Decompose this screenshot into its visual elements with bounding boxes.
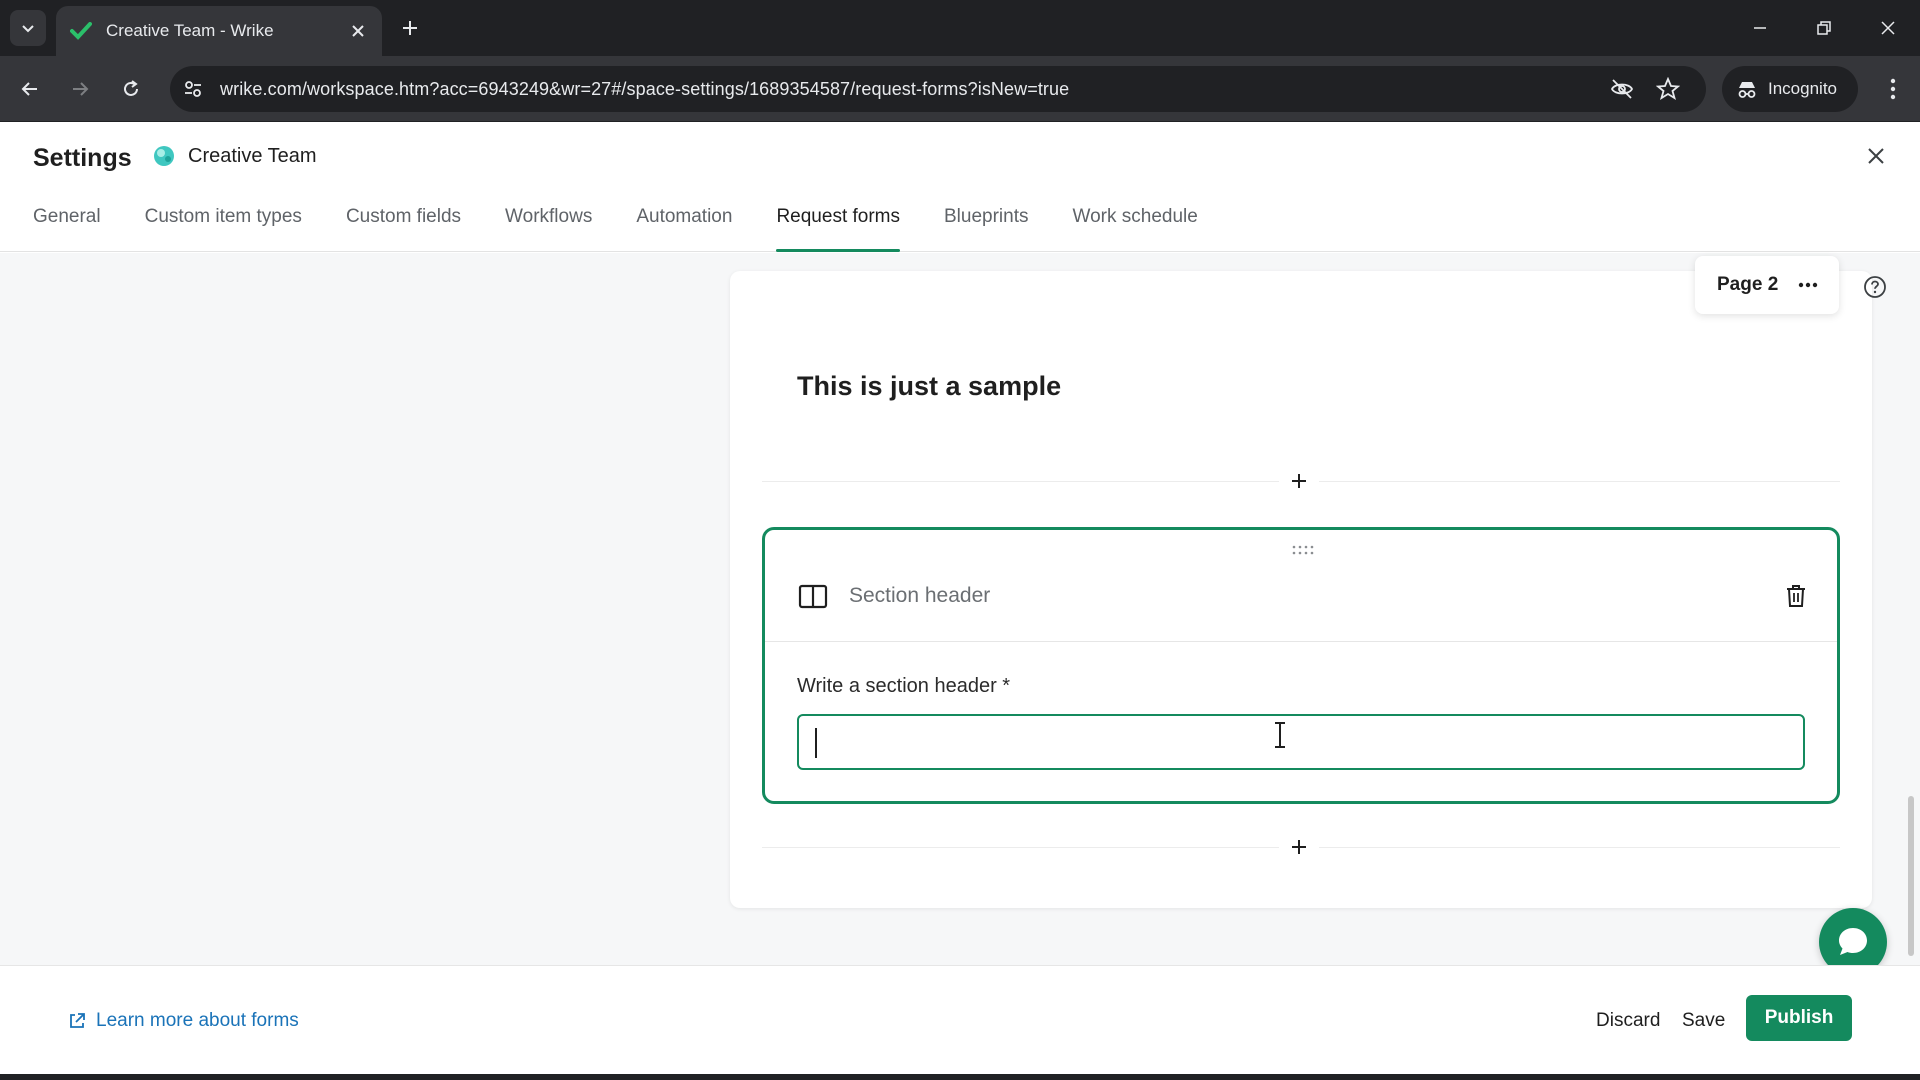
page-title: Settings <box>33 144 132 172</box>
more-horizontal-icon <box>1799 282 1818 288</box>
tab-work-schedule[interactable]: Work schedule <box>1073 206 1198 252</box>
close-icon <box>1868 148 1884 164</box>
learn-more-label: Learn more about forms <box>96 1010 299 1031</box>
form-footer: Learn more about forms Discard Save Publ… <box>0 965 1920 1073</box>
arrow-right-icon <box>73 82 89 96</box>
external-link-icon <box>70 1013 85 1028</box>
section-header-input[interactable] <box>797 714 1805 770</box>
screen-bottom-edge <box>0 1074 1920 1080</box>
incognito-label: Incognito <box>1768 79 1837 98</box>
page-label: Page 2 <box>1717 274 1779 295</box>
settings-header: Settings Creative Team General Custom it… <box>0 122 1920 252</box>
tab-general[interactable]: General <box>33 206 101 252</box>
site-settings-icon[interactable] <box>182 78 204 100</box>
wrike-check-icon <box>70 22 92 40</box>
add-field-button-bottom[interactable] <box>1279 827 1319 867</box>
new-tab-button[interactable] <box>396 14 424 42</box>
close-icon <box>1881 21 1895 35</box>
space-badge: Creative Team <box>152 144 317 168</box>
page-more-button[interactable] <box>1796 273 1820 297</box>
close-settings-button[interactable] <box>1862 142 1890 170</box>
address-bar[interactable]: wrike.com/workspace.htm?acc=6943249&wr=2… <box>170 66 1706 112</box>
tab-request-forms[interactable]: Request forms <box>776 206 900 252</box>
text-caret <box>815 728 817 758</box>
form-title[interactable]: This is just a sample <box>797 371 1061 402</box>
section-header-block[interactable]: Section header Write a section header * <box>762 527 1840 804</box>
browser-tab[interactable]: Creative Team - Wrike <box>56 6 382 56</box>
book-open-icon <box>798 584 828 609</box>
chat-bubble-icon <box>1839 928 1867 955</box>
restore-button[interactable] <box>1804 10 1844 46</box>
discard-button[interactable]: Discard <box>1596 1010 1660 1032</box>
scrollbar-thumb[interactable] <box>1908 796 1914 956</box>
tab-search-button[interactable] <box>10 10 46 46</box>
learn-more-link[interactable]: Learn more about forms <box>68 1010 299 1032</box>
question-circle-icon[interactable] <box>1863 275 1887 299</box>
eye-off-icon[interactable] <box>1610 77 1634 101</box>
tab-automation[interactable]: Automation <box>636 206 732 252</box>
tab-custom-item-types[interactable]: Custom item types <box>145 206 302 252</box>
tab-workflows[interactable]: Workflows <box>505 206 592 252</box>
chevron-down-icon <box>22 25 34 33</box>
plus-icon <box>1292 840 1306 854</box>
tab-close-icon[interactable] <box>348 21 368 41</box>
arrow-left-icon <box>21 82 37 96</box>
section-type-label: Section header <box>849 584 991 607</box>
reload-button[interactable] <box>114 72 148 106</box>
window-close-button[interactable] <box>1868 10 1908 46</box>
more-vertical-icon <box>1890 78 1896 100</box>
restore-icon <box>1817 21 1831 35</box>
space-name: Creative Team <box>188 144 317 167</box>
back-button[interactable] <box>13 72 47 106</box>
star-icon[interactable] <box>1656 77 1680 101</box>
minimize-button[interactable] <box>1740 10 1780 46</box>
add-field-button-top[interactable] <box>1279 461 1319 501</box>
tab-custom-fields[interactable]: Custom fields <box>346 206 461 252</box>
text-cursor-icon <box>1275 722 1285 748</box>
plus-icon <box>1292 474 1306 488</box>
settings-tabs: General Custom item types Custom fields … <box>33 206 1242 252</box>
section-header-field-label: Write a section header * <box>797 675 1011 697</box>
browser-toolbar: wrike.com/workspace.htm?acc=6943249&wr=2… <box>0 56 1920 122</box>
publish-button[interactable]: Publish <box>1746 995 1852 1041</box>
browser-menu-button[interactable] <box>1876 72 1910 106</box>
minimize-icon <box>1754 27 1766 29</box>
browser-tabbar: Creative Team - Wrike <box>0 0 1920 56</box>
tab-title: Creative Team - Wrike <box>106 21 274 40</box>
plus-icon <box>403 21 417 35</box>
incognito-indicator[interactable]: Incognito <box>1722 66 1858 112</box>
save-button[interactable]: Save <box>1682 1010 1725 1032</box>
reload-icon <box>124 80 138 96</box>
trash-icon[interactable] <box>1784 583 1808 609</box>
drag-handle-icon[interactable] <box>1291 544 1315 556</box>
incognito-icon <box>1738 82 1756 98</box>
section-divider <box>765 641 1837 642</box>
page-selector[interactable]: Page 2 <box>1695 256 1839 314</box>
tab-blueprints[interactable]: Blueprints <box>944 206 1029 252</box>
url-text: wrike.com/workspace.htm?acc=6943249&wr=2… <box>220 79 1070 99</box>
space-avatar-icon <box>154 146 174 166</box>
forward-button[interactable] <box>63 72 97 106</box>
